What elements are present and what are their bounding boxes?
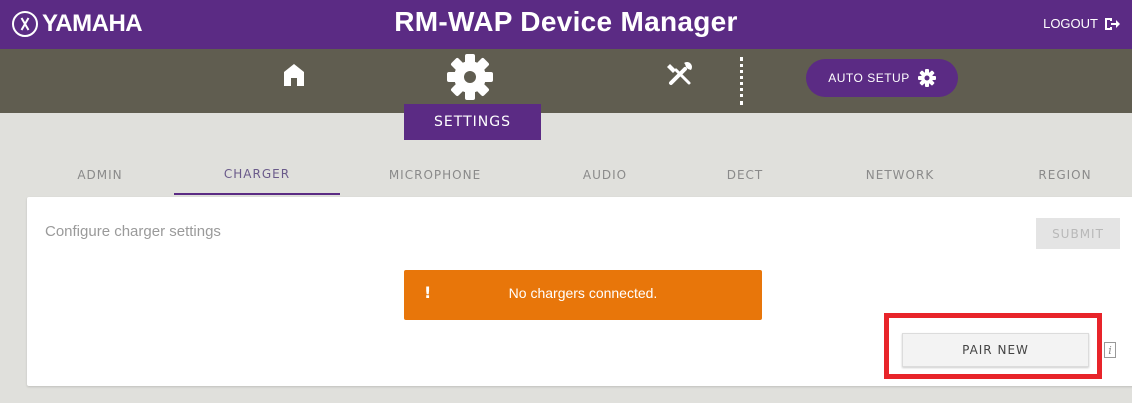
info-icon[interactable]: i [1104,342,1116,358]
icon-nav-bar: AUTO SETUP [0,49,1132,113]
gear-icon[interactable] [447,54,493,104]
auto-setup-button[interactable]: AUTO SETUP [806,59,958,97]
logout-icon [1105,17,1120,30]
home-icon[interactable] [283,63,305,91]
pair-new-button[interactable]: PAIR NEW [902,333,1089,367]
app-title: RM-WAP Device Manager [394,6,738,37]
gear-icon [917,69,936,87]
tab-audio[interactable]: AUDIO [555,155,655,195]
submit-button[interactable]: SUBMIT [1036,218,1120,249]
section-label-settings: SETTINGS [404,104,541,140]
alert-text: No chargers connected. [508,285,658,301]
tab-charger[interactable]: CHARGER [174,155,340,195]
tab-region[interactable]: REGION [1010,155,1120,195]
tools-icon[interactable] [667,61,693,91]
tab-dect[interactable]: DECT [700,155,790,195]
divider [740,57,743,105]
logout-button[interactable]: LOGOUT [1043,16,1120,31]
settings-tabs: ADMIN CHARGER MICROPHONE AUDIO DECT NETW… [0,155,1132,195]
no-chargers-alert: ! No chargers connected. [404,270,762,320]
tab-network[interactable]: NETWORK [840,155,960,195]
logout-label: LOGOUT [1043,16,1098,31]
panel-title: Configure charger settings [45,223,221,240]
tab-admin[interactable]: ADMIN [45,155,155,195]
tab-microphone[interactable]: MICROPHONE [370,155,500,195]
auto-setup-label: AUTO SETUP [828,71,910,85]
top-bar: YAMAHA RM-WAP Device Manager LOGOUT [0,0,1132,49]
